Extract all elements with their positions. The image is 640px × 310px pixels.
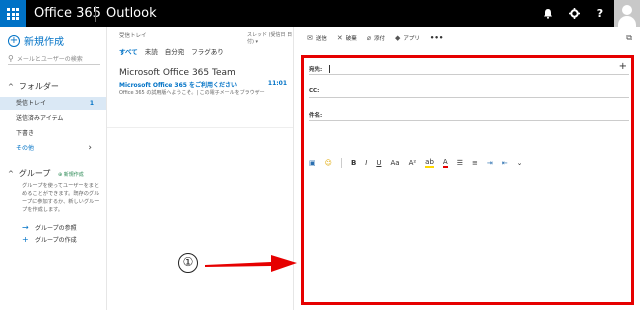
message-preview: Office 365 の試用版へようこそ。| この電子メールをブラウザー	[119, 90, 265, 96]
format-toolbar: ▣ ☺ B I U Aa A² ab A ☰ ≡ ⇥ ⇤ ⌄	[309, 156, 629, 170]
app-title[interactable]: Outlook	[106, 0, 157, 27]
discard-icon: ✕	[336, 34, 343, 42]
plus-icon: +	[22, 235, 29, 244]
bell-icon[interactable]	[535, 0, 561, 27]
message-sender: Microsoft Office 365 Team	[119, 68, 236, 78]
list-item[interactable]: Microsoft Office 365 Team Microsoft Offi…	[107, 64, 293, 128]
message-time: 11:01	[267, 80, 287, 87]
folder-label: 送信済みアイテム	[16, 115, 64, 122]
to-field[interactable]: 宛先: +	[309, 61, 629, 75]
reading-pane: ✉ 送信 ✕ 破棄 ⌀ 添付 ◆ アプリ ••• ⧉ 宛先: + CC: 件名:	[295, 27, 640, 310]
send-label: 送信	[315, 36, 327, 42]
compose-toolbar: ✉ 送信 ✕ 破棄 ⌀ 添付 ◆ アプリ •••	[307, 34, 453, 42]
search-input[interactable]: ⚲ メールとユーザーの検索	[8, 52, 100, 65]
search-placeholder: メールとユーザーの検索	[16, 55, 83, 63]
superscript-icon[interactable]: A²	[409, 159, 417, 167]
folders-heading[interactable]: ^ フォルダー	[8, 81, 59, 92]
tab-all[interactable]: すべて	[119, 46, 138, 56]
folder-label: 下書き	[16, 130, 35, 137]
folder-label: その他	[16, 145, 35, 152]
message-subject: Microsoft Office 365 をご利用ください	[119, 82, 238, 89]
discard-button[interactable]: ✕ 破棄	[337, 34, 357, 42]
discard-label: 破棄	[345, 36, 357, 42]
cc-field[interactable]: CC:	[309, 88, 629, 98]
folders-heading-label: フォルダー	[18, 82, 59, 91]
sidebar-item-more[interactable]: その他 ›	[0, 142, 106, 155]
browse-groups-label: グループの参照	[35, 225, 77, 232]
paperclip-icon: ⌀	[366, 34, 371, 42]
arrow-right-icon: →	[22, 223, 29, 232]
groups-heading-label: グループ	[18, 169, 51, 178]
folder-label: 受信トレイ	[16, 100, 47, 107]
tab-unread[interactable]: 未読	[145, 46, 158, 56]
groups-heading[interactable]: ^ グループ	[8, 168, 50, 179]
image-icon[interactable]: ▣	[309, 159, 316, 167]
more-label: •••	[429, 34, 444, 42]
subject-field[interactable]: 件名:	[309, 111, 629, 121]
apps-label: アプリ	[403, 36, 420, 42]
callout-number: ①	[178, 253, 198, 273]
bold-icon[interactable]: B	[351, 159, 356, 167]
indent-icon[interactable]: ⇥	[487, 159, 493, 167]
compose-form: 宛先: + CC: 件名: ▣ ☺ B I U Aa A² ab A ☰ ≡ ⇥…	[301, 55, 634, 305]
groups-new-label: 新規作成	[63, 172, 84, 178]
avatar[interactable]	[614, 0, 640, 27]
text-cursor	[329, 65, 330, 73]
add-recipient-icon[interactable]: +	[619, 61, 627, 72]
chevron-up-icon: ^	[8, 82, 14, 91]
divider	[95, 6, 96, 22]
tab-flagged[interactable]: フラグあり	[191, 46, 224, 56]
top-bar: Office 365 Outlook ?	[0, 0, 640, 27]
plus-icon: +	[8, 34, 20, 47]
sidebar-item-inbox[interactable]: 受信トレイ 1	[0, 97, 106, 110]
highlight-icon[interactable]: ab	[425, 158, 434, 168]
sidebar-item-sent[interactable]: 送信済みアイテム	[0, 112, 106, 125]
font-color-icon[interactable]: A	[442, 158, 448, 168]
brand-title[interactable]: Office 365	[34, 0, 101, 27]
attach-label: 添付	[374, 36, 386, 42]
create-group-link[interactable]: + グループの作成	[22, 235, 77, 244]
font-size-icon[interactable]: Aa	[390, 159, 399, 167]
groups-description: グループを使ってユーザーをまとめることができます。既存のグループに参加するか、新…	[22, 183, 100, 213]
send-button[interactable]: ✉ 送信	[307, 34, 327, 42]
bullets-icon[interactable]: ☰	[457, 159, 463, 167]
send-icon: ✉	[307, 34, 313, 42]
apps-button[interactable]: ◆ アプリ	[395, 34, 420, 42]
create-group-label: グループの作成	[35, 237, 77, 244]
tab-to-me[interactable]: 自分宛	[165, 46, 185, 56]
cc-label: CC:	[309, 88, 320, 94]
chevron-up-icon: ^	[8, 169, 14, 178]
to-label: 宛先:	[309, 67, 323, 73]
callout-arrow	[205, 255, 297, 272]
emoji-icon[interactable]: ☺	[325, 159, 332, 167]
outdent-icon[interactable]: ⇤	[502, 159, 508, 167]
pop-out-icon[interactable]: ⧉	[626, 33, 632, 43]
gear-icon[interactable]	[561, 0, 587, 27]
filter-tabs: すべて 未読 自分宛 フラグあり	[119, 46, 231, 56]
unread-count: 1	[89, 100, 94, 107]
italic-icon[interactable]: I	[365, 159, 367, 167]
sidebar-item-drafts[interactable]: 下書き	[0, 127, 106, 140]
more-button[interactable]: •••	[430, 34, 443, 42]
underline-icon[interactable]: U	[376, 159, 381, 167]
more-chevron-icon[interactable]: ⌄	[517, 159, 523, 167]
apps-icon: ◆	[395, 34, 401, 42]
new-mail-label: 新規作成	[24, 37, 64, 48]
app-launcher-icon[interactable]	[0, 0, 26, 27]
list-folder-title: 受信トレイ	[119, 33, 147, 39]
search-icon: ⚲	[8, 53, 14, 63]
groups-new-link[interactable]: ⊕ 新規作成	[58, 171, 84, 178]
left-nav: + 新規作成 ⚲ メールとユーザーの検索 ^ フォルダー 受信トレイ 1 送信済…	[0, 27, 107, 310]
attach-button[interactable]: ⌀ 添付	[367, 34, 385, 42]
chevron-right-icon: ›	[88, 143, 92, 153]
help-icon[interactable]: ?	[587, 0, 613, 27]
new-mail-button[interactable]: + 新規作成	[8, 33, 64, 48]
divider	[340, 158, 342, 168]
sort-dropdown[interactable]: スレッド (受信日 日付) ▾	[247, 31, 293, 45]
browse-groups-link[interactable]: → グループの参照	[22, 223, 77, 232]
numbering-icon[interactable]: ≡	[472, 159, 478, 167]
subject-label: 件名:	[309, 113, 323, 119]
